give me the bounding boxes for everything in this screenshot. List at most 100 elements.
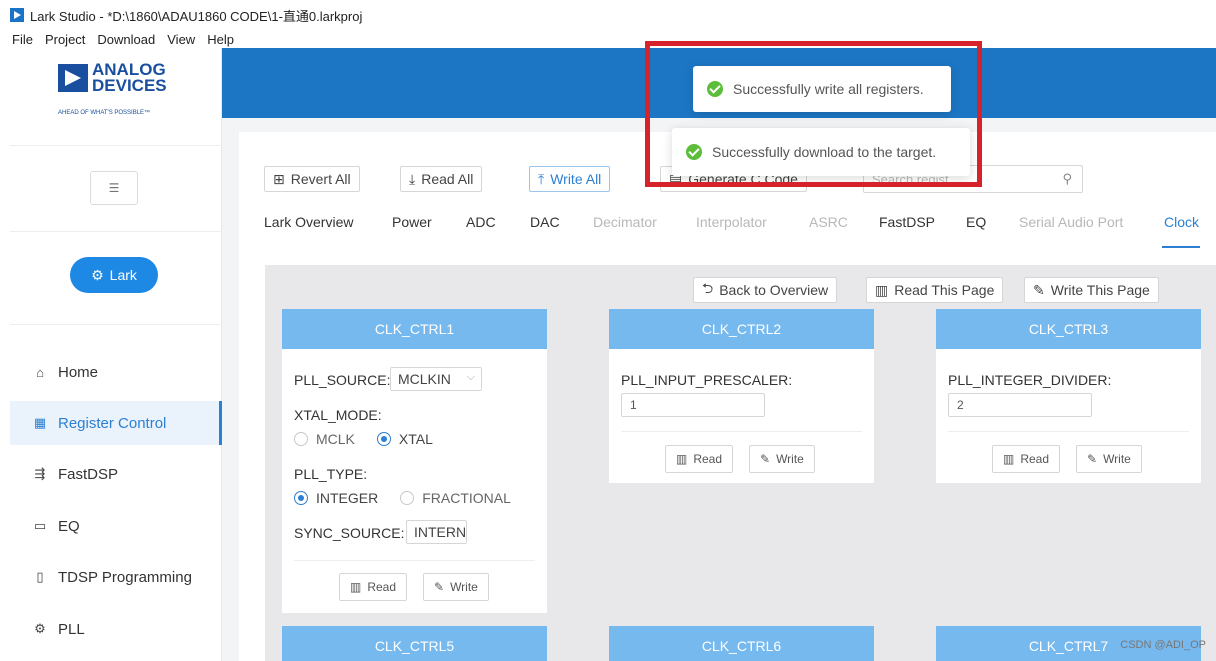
write-button[interactable]: ✎ Write: [1076, 445, 1142, 473]
radio-mclk[interactable]: [294, 432, 308, 446]
xtal-mode-xtal-option[interactable]: XTAL: [376, 431, 433, 447]
register-cards-area: ⮌ Back to Overview ▥ Read This Page ✎ Wr…: [265, 265, 1216, 661]
tab-decimator[interactable]: Decimator: [593, 214, 657, 230]
tab-serial-audio-port[interactable]: Serial Audio Port: [1019, 214, 1123, 230]
sidebar-item-label: PLL: [58, 620, 85, 638]
pll-type-fractional-option[interactable]: FRACTIONAL: [400, 490, 511, 506]
chip-icon: ▯: [36, 569, 44, 584]
menu-fold-icon: ☰: [108, 181, 120, 195]
tab-fastdsp[interactable]: FastDSP: [879, 214, 935, 230]
pll-type-integer-option[interactable]: INTEGER: [294, 490, 378, 506]
sidebar-item-label: Home: [58, 363, 99, 381]
revert-all-button[interactable]: ⊞ Revert All: [264, 166, 360, 192]
read-label: Read: [693, 452, 723, 466]
write-this-page-button[interactable]: ✎ Write This Page: [1024, 277, 1159, 303]
menu-bar: File Project Download View Help: [0, 30, 246, 48]
card-title: CLK_CTRL3: [936, 309, 1201, 349]
back-to-overview-button[interactable]: ⮌ Back to Overview: [693, 277, 838, 303]
card-title: CLK_CTRL2: [609, 309, 874, 349]
sidebar-item-label: FastDSP: [58, 465, 119, 483]
book-icon: ▥: [676, 452, 688, 466]
tab-clock[interactable]: Clock: [1164, 214, 1199, 230]
write-button[interactable]: ✎ Write: [423, 573, 489, 601]
tab-lark-overview[interactable]: Lark Overview: [264, 214, 353, 230]
register-card-clk-ctrl2: CLK_CTRL2 PLL_INPUT_PRESCALER: 1 ▥ Read …: [609, 309, 874, 483]
xtal-mode-label: XTAL_MODE:: [294, 407, 382, 423]
card-title: CLK_CTRL5: [282, 626, 547, 661]
pll-source-select[interactable]: MCLKIN ⌵: [390, 367, 482, 391]
card-divider: [294, 560, 535, 561]
write-all-button[interactable]: ⤒ Write All: [529, 166, 611, 192]
pll-source-value: MCLKIN: [398, 371, 451, 387]
tab-adc[interactable]: ADC: [466, 214, 496, 230]
read-button[interactable]: ▥ Read: [339, 573, 408, 601]
collapse-sidebar-button[interactable]: ☰: [90, 171, 138, 205]
edit-icon: ✎: [1087, 452, 1098, 466]
menu-file[interactable]: File: [12, 32, 33, 47]
pll-type-radio-group: INTEGER FRACTIONAL: [294, 490, 533, 506]
radio-integer[interactable]: [294, 491, 308, 505]
upload-icon: ⤒: [538, 170, 545, 187]
pll-input-prescaler-input[interactable]: 1: [621, 393, 765, 417]
menu-help[interactable]: Help: [207, 32, 234, 47]
active-tab-indicator: [1162, 246, 1200, 248]
sidebar-item-eq[interactable]: ▭ EQ: [10, 504, 222, 548]
download-icon: ⤓: [409, 170, 416, 187]
tab-eq[interactable]: EQ: [966, 214, 986, 230]
menu-project[interactable]: Project: [45, 32, 85, 47]
edit-icon: ✎: [760, 452, 771, 466]
pll-integer-divider-value: 2: [957, 398, 964, 412]
sidebar-item-home[interactable]: ⌂ Home: [10, 350, 222, 394]
card-title: CLK_CTRL6: [609, 626, 874, 661]
tab-dac[interactable]: DAC: [530, 214, 560, 230]
sidebar-item-tdsp-programming[interactable]: ▯ TDSP Programming: [10, 555, 222, 599]
logo-tagline: AHEAD OF WHAT'S POSSIBLE™: [58, 110, 151, 116]
tab-asrc[interactable]: ASRC: [809, 214, 848, 230]
lark-button[interactable]: ⚙ Lark: [70, 257, 158, 293]
radio-fractional[interactable]: [400, 491, 415, 505]
analog-devices-logo-icon: [58, 64, 88, 92]
title-bar: Lark Studio - *D:\1860\ADAU1860 CODE\1-直…: [0, 0, 1216, 30]
pll-input-prescaler-value: 1: [630, 398, 637, 412]
card-title: CLK_CTRL1: [282, 309, 547, 349]
main-content: ⊞ Revert All ⤓ Read All ⤒ Write All ▤ Ge…: [222, 118, 1216, 661]
radio-mclk-label: MCLK: [316, 431, 355, 447]
radio-fractional-label: FRACTIONAL: [422, 490, 511, 506]
tab-interpolator[interactable]: Interpolator: [696, 214, 767, 230]
sync-source-label: SYNC_SOURCE:: [294, 525, 405, 541]
register-panel: ⊞ Revert All ⤓ Read All ⤒ Write All ▤ Ge…: [239, 132, 1216, 661]
logo-line2: DEVICES: [92, 76, 167, 95]
register-card-clk-ctrl3: CLK_CTRL3 PLL_INTEGER_DIVIDER: 2 ▥ Read …: [936, 309, 1201, 483]
app-window: Lark Studio - *D:\1860\ADAU1860 CODE\1-直…: [0, 0, 1216, 661]
read-button[interactable]: ▥ Read: [992, 445, 1061, 473]
read-button[interactable]: ▥ Read: [665, 445, 734, 473]
pll-integer-divider-input[interactable]: 2: [948, 393, 1092, 417]
sidebar: ANALOG DEVICES AHEAD OF WHAT'S POSSIBLE™…: [0, 48, 222, 661]
write-label: Write: [1103, 452, 1131, 466]
read-all-label: Read All: [421, 171, 474, 187]
write-this-page-label: Write This Page: [1050, 282, 1150, 298]
read-all-button[interactable]: ⤓ Read All: [400, 166, 483, 192]
search-icon[interactable]: ⚲: [1062, 171, 1072, 187]
sidebar-item-register-control[interactable]: ▦ Register Control: [10, 401, 222, 445]
gear-icon: ⚙: [91, 266, 104, 283]
tab-power[interactable]: Power: [392, 214, 432, 230]
home-icon: ⌂: [36, 364, 44, 380]
write-label: Write: [776, 452, 804, 466]
window-title: Lark Studio - *D:\1860\ADAU1860 CODE\1-直…: [30, 8, 363, 24]
analog-devices-logo: ANALOG DEVICES AHEAD OF WHAT'S POSSIBLE™: [58, 60, 178, 120]
menu-download[interactable]: Download: [97, 32, 155, 47]
radio-xtal[interactable]: [376, 432, 391, 446]
sync-source-select[interactable]: INTERN ⌵: [406, 520, 468, 544]
sidebar-item-fastdsp[interactable]: ⇶ FastDSP: [10, 452, 222, 496]
xtal-mode-mclk-option[interactable]: MCLK: [294, 431, 355, 447]
write-button[interactable]: ✎ Write: [749, 445, 815, 473]
watermark: CSDN @ADI_OP: [1120, 639, 1206, 651]
read-this-page-button[interactable]: ▥ Read This Page: [866, 277, 1004, 303]
register-card-clk-ctrl6: CLK_CTRL6: [609, 626, 874, 661]
sidebar-item-pll[interactable]: ⚙ PLL: [10, 607, 222, 651]
menu-view[interactable]: View: [167, 32, 195, 47]
book-icon: ▥: [350, 580, 362, 594]
read-this-page-label: Read This Page: [894, 282, 995, 298]
write-label: Write: [450, 580, 478, 594]
